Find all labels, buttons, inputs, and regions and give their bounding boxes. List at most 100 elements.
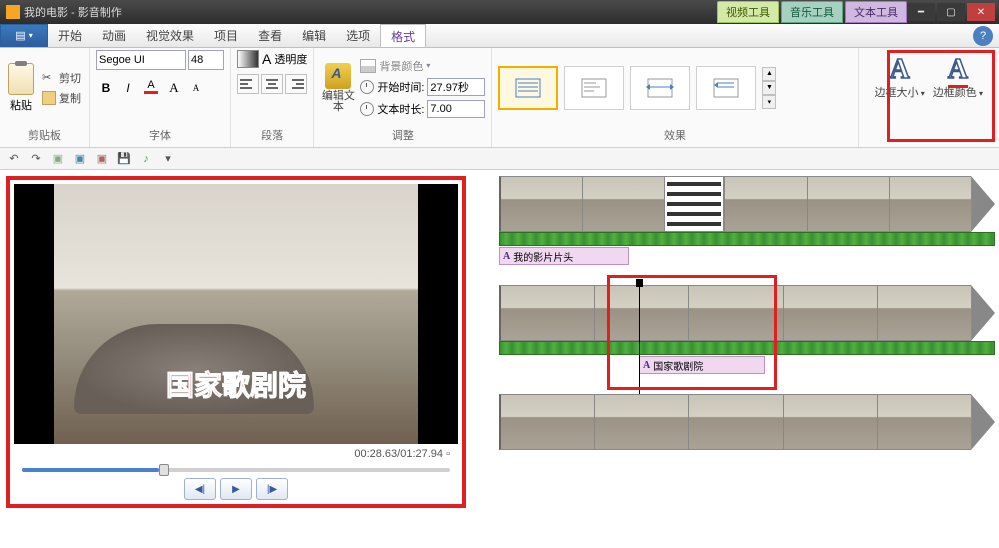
cut-button[interactable]: ✂ 剪切 bbox=[40, 69, 83, 87]
audio-track[interactable] bbox=[499, 341, 995, 355]
italic-button[interactable]: I bbox=[118, 78, 138, 98]
text-track-item[interactable]: A 我的影片片头 bbox=[499, 247, 629, 265]
effect-thumbnail-3[interactable] bbox=[630, 66, 690, 110]
start-time-label: 开始时间: bbox=[377, 79, 424, 95]
gallery-up-button[interactable]: ▲ bbox=[762, 67, 776, 81]
video-tools-tab[interactable]: 视频工具 bbox=[717, 1, 779, 23]
tab-project[interactable]: 项目 bbox=[204, 24, 248, 47]
ribbon-group-outline: A 边框大小 A 边框颜色 bbox=[859, 48, 999, 147]
transparency-button[interactable]: A 透明度 bbox=[237, 50, 307, 68]
qa-icon-4[interactable]: ▣ bbox=[72, 151, 88, 167]
letterbox-right bbox=[418, 184, 458, 444]
file-menu-button[interactable]: ▤ bbox=[0, 24, 48, 47]
edit-text-button[interactable]: 编辑文本 bbox=[320, 63, 356, 113]
outline-color-button[interactable]: A 边框颜色 bbox=[933, 54, 983, 99]
effect-thumbnail-1[interactable] bbox=[498, 66, 558, 110]
paste-button[interactable]: 粘贴 bbox=[6, 61, 36, 115]
preview-panel: 国家歌剧院 00:28.63/01:27.94 ▫ ◀| ▶ |▶ bbox=[0, 170, 495, 548]
grow-font-button[interactable]: A bbox=[164, 78, 184, 98]
clip-continue-icon bbox=[971, 176, 995, 232]
duration-input[interactable] bbox=[427, 100, 485, 118]
align-left-button[interactable] bbox=[237, 74, 259, 94]
clip[interactable] bbox=[499, 176, 582, 232]
transition-marker[interactable] bbox=[664, 176, 724, 232]
music-tools-tab[interactable]: 音乐工具 bbox=[781, 1, 843, 23]
maximize-button[interactable]: ▢ bbox=[937, 3, 965, 21]
tab-visual-effects[interactable]: 视觉效果 bbox=[136, 24, 204, 47]
qa-icon-5[interactable]: ▣ bbox=[94, 151, 110, 167]
qa-music-icon[interactable]: ♪ bbox=[138, 151, 154, 167]
text-tools-tab[interactable]: 文本工具 bbox=[845, 1, 907, 23]
tab-view[interactable]: 查看 bbox=[248, 24, 292, 47]
tab-animation[interactable]: 动画 bbox=[92, 24, 136, 47]
clip[interactable] bbox=[783, 394, 877, 450]
outline-size-button[interactable]: A 边框大小 bbox=[875, 54, 925, 99]
redo-button[interactable]: ↷ bbox=[28, 151, 44, 167]
video-preview[interactable]: 国家歌剧院 bbox=[14, 184, 458, 444]
copy-button[interactable]: 复制 bbox=[40, 89, 83, 107]
qa-icon-3[interactable]: ▣ bbox=[50, 151, 66, 167]
clip[interactable] bbox=[889, 176, 971, 232]
minimize-button[interactable]: ━ bbox=[907, 3, 935, 21]
clip[interactable] bbox=[877, 285, 971, 341]
effect-thumbnail-2[interactable] bbox=[564, 66, 624, 110]
shrink-font-button[interactable]: A bbox=[186, 78, 206, 98]
paste-label: 粘贴 bbox=[10, 97, 32, 113]
bold-button[interactable]: B bbox=[96, 78, 116, 98]
timeline-row-3 bbox=[499, 394, 995, 450]
qa-more-button[interactable]: ▾ bbox=[160, 151, 176, 167]
clip[interactable] bbox=[582, 176, 664, 232]
align-right-button[interactable] bbox=[285, 74, 307, 94]
tab-start[interactable]: 开始 bbox=[48, 24, 92, 47]
tab-options[interactable]: 选项 bbox=[336, 24, 380, 47]
text-track-item[interactable]: A 国家歌剧院 bbox=[639, 356, 765, 374]
audio-track[interactable] bbox=[499, 232, 995, 246]
playhead[interactable] bbox=[639, 281, 640, 394]
clip[interactable] bbox=[688, 394, 782, 450]
duration-label: 文本时长: bbox=[377, 101, 424, 117]
clip[interactable] bbox=[499, 394, 594, 450]
clip[interactable] bbox=[724, 176, 806, 232]
clip[interactable] bbox=[807, 176, 889, 232]
timeline-panel[interactable]: A 我的影片片头 A 国家歌剧院 bbox=[495, 170, 999, 548]
next-frame-button[interactable]: |▶ bbox=[256, 478, 288, 500]
clip[interactable] bbox=[783, 285, 877, 341]
start-time-input[interactable] bbox=[427, 78, 485, 96]
clip[interactable] bbox=[499, 285, 594, 341]
app-icon bbox=[6, 5, 20, 19]
scrubber-thumb[interactable] bbox=[159, 464, 169, 476]
help-icon[interactable]: ? bbox=[973, 26, 993, 46]
contextual-tool-tabs: 视频工具 音乐工具 文本工具 bbox=[717, 1, 907, 23]
effect-thumbnail-4[interactable] bbox=[696, 66, 756, 110]
clip[interactable] bbox=[877, 394, 971, 450]
background-color-button[interactable]: 背景颜色 ▾ bbox=[360, 58, 485, 74]
text-track-label: 国家歌剧院 bbox=[653, 358, 703, 373]
align-center-button[interactable] bbox=[261, 74, 283, 94]
text-a-icon: A bbox=[643, 360, 650, 371]
cut-label: 剪切 bbox=[59, 70, 81, 86]
close-button[interactable]: ✕ bbox=[967, 3, 995, 21]
prev-frame-button[interactable]: ◀| bbox=[184, 478, 216, 500]
tab-edit[interactable]: 编辑 bbox=[292, 24, 336, 47]
clip[interactable] bbox=[594, 285, 688, 341]
timeline-row-2: A 国家歌剧院 bbox=[499, 285, 995, 374]
gallery-down-button[interactable]: ▼ bbox=[762, 81, 776, 95]
clip[interactable] bbox=[594, 394, 688, 450]
copy-icon bbox=[42, 91, 56, 105]
scrubber[interactable] bbox=[22, 468, 450, 472]
font-group-label: 字体 bbox=[96, 125, 224, 145]
tab-format[interactable]: 格式 bbox=[380, 24, 426, 47]
save-button[interactable]: 💾 bbox=[116, 151, 132, 167]
timeline-row-1: A 我的影片片头 bbox=[499, 176, 995, 265]
font-size-combo[interactable] bbox=[188, 50, 224, 70]
font-color-button[interactable]: A bbox=[140, 78, 162, 98]
adjust-group-label: 调整 bbox=[320, 125, 485, 145]
bg-color-label: 背景颜色 bbox=[379, 58, 423, 74]
gallery-more-button[interactable]: ▾ bbox=[762, 95, 776, 109]
play-button[interactable]: ▶ bbox=[220, 478, 252, 500]
outline-a-icon: A bbox=[890, 54, 910, 86]
undo-button[interactable]: ↶ bbox=[6, 151, 22, 167]
font-name-combo[interactable] bbox=[96, 50, 186, 70]
ribbon-group-clipboard: 粘贴 ✂ 剪切 复制 剪贴板 bbox=[0, 48, 90, 147]
clip[interactable] bbox=[688, 285, 782, 341]
